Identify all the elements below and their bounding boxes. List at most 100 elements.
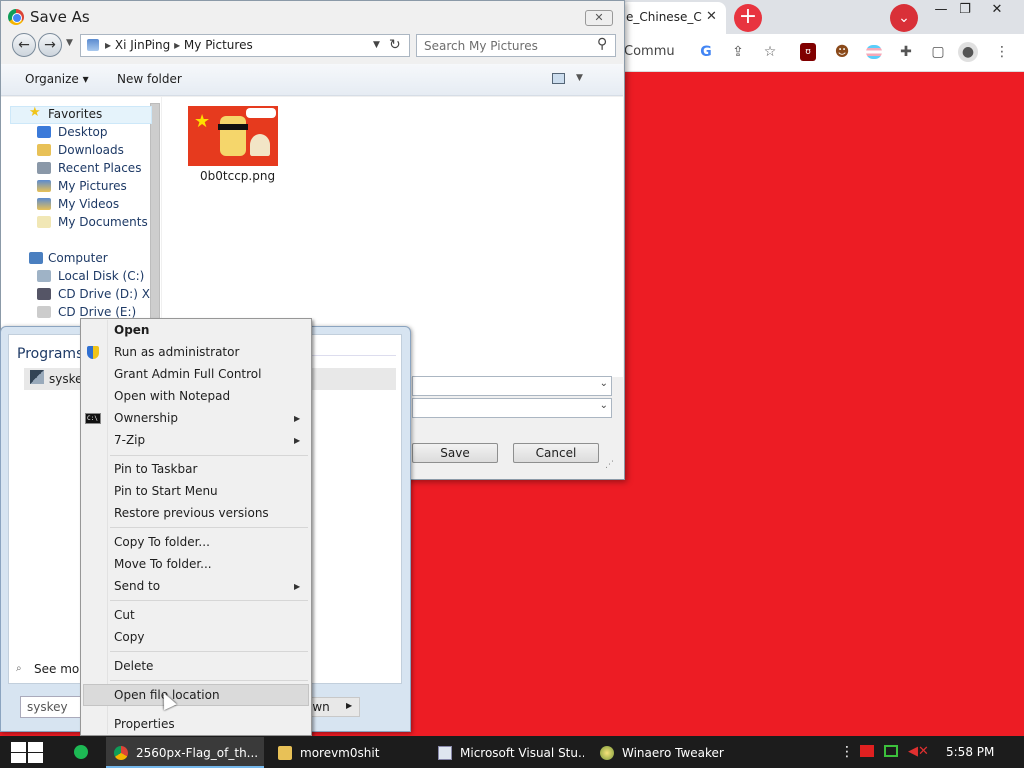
breadcrumb-item[interactable]: Xi JinPing [115, 38, 170, 52]
volume-muted-icon[interactable]: ◀✕ [908, 744, 929, 759]
chevron-down-icon[interactable]: ▼ [373, 40, 380, 50]
restore-button[interactable]: ❐ [950, 2, 980, 20]
nav-item-my-videos[interactable]: My Videos [0, 195, 150, 213]
nav-item-downloads[interactable]: Downloads [0, 141, 150, 159]
nav-computer[interactable]: Computer [0, 249, 150, 267]
sidepanel-icon[interactable]: ▢ [928, 42, 948, 62]
menu-item-run-as-administrator[interactable]: Run as administrator [114, 345, 239, 359]
refresh-icon[interactable]: ↻ [389, 37, 401, 53]
spotify-icon[interactable] [74, 745, 88, 759]
chevron-right-icon[interactable]: ▶ [346, 701, 352, 710]
back-button[interactable]: ← [12, 33, 36, 57]
search-icon[interactable]: ⚲ [597, 36, 607, 52]
address-bar[interactable]: Commu [624, 44, 675, 59]
chrome-icon [114, 746, 128, 760]
menu-separator [110, 651, 308, 652]
menu-item-send-to[interactable]: Send to [114, 579, 160, 593]
nav-label: My Videos [58, 197, 120, 211]
nav-item-local-disk[interactable]: Local Disk (C:) [0, 267, 150, 285]
nav-item-my-documents[interactable]: My Documents [0, 213, 150, 231]
menu-item-7zip[interactable]: 7-Zip [114, 433, 145, 447]
breadcrumb[interactable]: ▸ Xi JinPing ▸ My Pictures ▼ ↻ [80, 34, 410, 57]
start-button[interactable] [8, 741, 44, 763]
puzzle-icon[interactable]: ✚ [896, 42, 916, 62]
close-window-button[interactable]: ✕ [982, 2, 1012, 20]
google-icon[interactable]: G [696, 42, 716, 62]
browser-tab-title: e_Chinese_C [626, 10, 702, 24]
breadcrumb-separator-icon: ▸ [174, 38, 181, 52]
save-button[interactable]: Save [412, 443, 498, 463]
menu-item-grant-admin-full-control[interactable]: Grant Admin Full Control [114, 367, 261, 381]
new-folder-button[interactable]: New folder [117, 72, 182, 86]
recent-locations-chevron-icon[interactable]: ▼ [66, 38, 73, 48]
file-name[interactable]: 0b0tccp.png [200, 169, 275, 183]
nav-item-desktop[interactable]: Desktop [0, 123, 150, 141]
star-icon[interactable]: ☆ [760, 42, 780, 62]
menu-icon[interactable]: ⋮ [992, 42, 1012, 62]
uac-shield-icon [87, 346, 99, 359]
menu-item-restore-previous-versions[interactable]: Restore previous versions [114, 506, 269, 520]
view-icon[interactable] [552, 73, 565, 84]
visual-studio-icon [438, 746, 452, 760]
chevron-down-icon[interactable]: ▼ [576, 73, 583, 83]
action-center-flag-icon[interactable] [860, 745, 874, 757]
resize-grip-icon[interactable]: ⋰ [605, 460, 614, 470]
share-icon[interactable]: ⇪ [728, 42, 748, 62]
chevron-down-icon[interactable]: ⌄ [600, 378, 608, 389]
avatar-ext-icon[interactable]: ☻ [832, 42, 852, 62]
computer-icon [29, 252, 43, 264]
forward-button[interactable]: → [38, 33, 62, 57]
menu-item-copy-to-folder[interactable]: Copy To folder... [114, 535, 210, 549]
nav-label: Computer [48, 251, 108, 265]
profile-icon[interactable]: ● [958, 42, 978, 62]
breadcrumb-separator-icon: ▸ [105, 38, 115, 52]
nav-item-my-pictures[interactable]: My Pictures [0, 177, 150, 195]
chevron-down-icon[interactable]: ⌄ [600, 400, 608, 411]
menu-item-pin-to-start-menu[interactable]: Pin to Start Menu [114, 484, 218, 498]
nav-item-cd-drive-d[interactable]: CD Drive (D:) X [0, 285, 150, 303]
cd-drive-icon [37, 306, 51, 318]
network-icon[interactable] [884, 745, 898, 757]
tab-search-chevron-icon[interactable]: ⌄ [890, 4, 918, 32]
new-tab-button[interactable]: + [734, 4, 762, 32]
cancel-button[interactable]: Cancel [513, 443, 599, 463]
organize-button[interactable]: Organize ▾ [25, 72, 89, 86]
menu-item-move-to-folder[interactable]: Move To folder... [114, 557, 212, 571]
navigation-scrollbar[interactable] [150, 103, 160, 343]
menu-item-cut[interactable]: Cut [114, 608, 135, 622]
submenu-arrow-icon: ▶ [294, 582, 301, 591]
save-as-type-select[interactable]: ⌄ [412, 398, 612, 418]
nav-item-recent-places[interactable]: Recent Places [0, 159, 150, 177]
nav-label: Recent Places [58, 161, 142, 175]
command-bar [1, 64, 623, 96]
clock[interactable]: 5:58 PM [946, 745, 994, 759]
dialog-close-button[interactable]: ✕ [585, 10, 613, 26]
search-input[interactable]: Search My Pictures ⚲ [416, 34, 616, 57]
menu-item-open[interactable]: Open [114, 323, 149, 337]
file-thumbnail[interactable]: ★ [188, 106, 278, 166]
taskbar-item-visual-studio[interactable]: Microsoft Visual Stu... [430, 737, 584, 768]
menu-item-delete[interactable]: Delete [114, 659, 153, 673]
menu-item-open-with-notepad[interactable]: Open with Notepad [114, 389, 230, 403]
taskbar-item-winaero[interactable]: Winaero Tweaker [592, 737, 746, 768]
menu-item-ownership[interactable]: Ownership [114, 411, 178, 425]
ice-cream [250, 134, 270, 156]
see-more-results-link[interactable]: See mo [34, 662, 79, 676]
tray-overflow-icon[interactable]: ⋮ [840, 744, 854, 760]
dialog-title: Save As [30, 8, 90, 26]
menu-item-properties[interactable]: Properties [114, 717, 175, 731]
search-placeholder: Search My Pictures [424, 39, 538, 53]
nav-favorites[interactable]: ★ Favorites [0, 105, 150, 123]
taskbar-item-chrome[interactable]: 2560px-Flag_of_th... [106, 737, 264, 768]
taskbar-item-label: 2560px-Flag_of_th... [136, 746, 259, 760]
windows-logo-tile [28, 742, 43, 752]
star-icon: ★ [194, 111, 211, 132]
ublock-icon[interactable]: ʊ [800, 43, 816, 61]
taskbar-item-folder[interactable]: morevm0shit [270, 737, 422, 768]
menu-item-copy[interactable]: Copy [114, 630, 144, 644]
file-name-field[interactable]: ⌄ [412, 376, 612, 396]
flag-ext-icon[interactable] [866, 45, 882, 59]
menu-item-pin-to-taskbar[interactable]: Pin to Taskbar [114, 462, 197, 476]
tab-close-icon[interactable]: ✕ [706, 9, 717, 24]
breadcrumb-item[interactable]: My Pictures [184, 38, 253, 52]
